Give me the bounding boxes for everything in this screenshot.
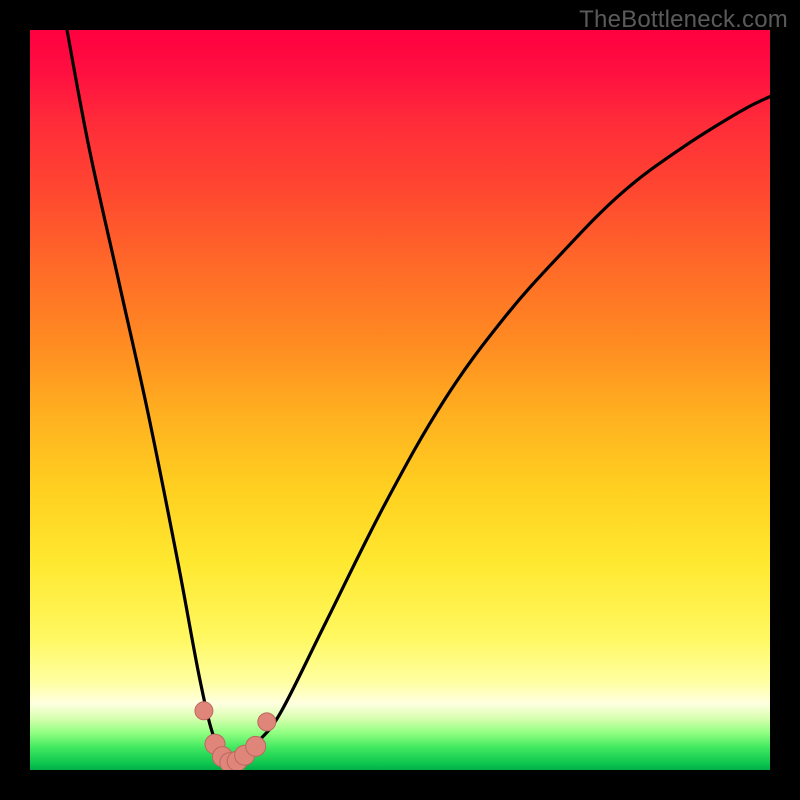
curve-layer [30,30,770,770]
chart-frame: TheBottleneck.com [0,0,800,800]
marker-point [195,702,213,720]
marker-point [258,713,276,731]
plot-area [30,30,770,770]
marker-point [246,736,266,756]
bottleneck-curve [67,30,770,763]
